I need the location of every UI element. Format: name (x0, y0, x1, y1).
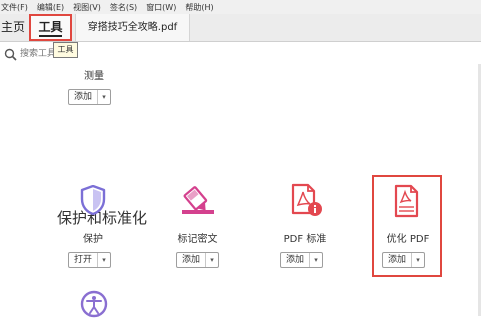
tools-content: 测量 添加 ▾ 保护和标准化 保护 打开 ▾ 标记密文 添加 ▾ PDF 标准 … (0, 64, 481, 318)
tab-document[interactable]: 穿搭技巧全攻略.pdf (75, 14, 190, 41)
add-button-measure[interactable]: 添加 ▾ (68, 89, 111, 105)
accessibility-icon (80, 290, 108, 322)
add-button-pdf-standard[interactable]: 添加 ▾ (280, 252, 323, 268)
menu-bar: 文件(F) 编辑(E) 视图(V) 签名(S) 窗口(W) 帮助(H) (0, 0, 481, 14)
pdf-standard-icon (291, 183, 323, 221)
redact-marker-icon (180, 185, 216, 219)
chevron-down-icon[interactable]: ▾ (97, 90, 110, 104)
search-icon (4, 46, 17, 65)
tab-tools[interactable]: 工具 (29, 14, 72, 41)
menu-help[interactable]: 帮助(H) (185, 2, 213, 13)
tool-label-redact: 标记密文 (177, 234, 218, 245)
chevron-down-icon[interactable]: ▾ (97, 253, 110, 267)
menu-sign[interactable]: 签名(S) (110, 2, 137, 13)
optimize-pdf-highlight (372, 175, 442, 277)
add-button-label: 添加 (285, 255, 304, 265)
tool-label-protect: 保护 (83, 234, 103, 245)
menu-file[interactable]: 文件(F) (1, 2, 28, 13)
tab-home[interactable]: 主页 (0, 14, 26, 41)
tools-tooltip: 工具 (53, 42, 78, 58)
chevron-down-icon[interactable]: ▾ (309, 253, 322, 267)
tab-tools-label: 工具 (38, 20, 63, 34)
menu-window[interactable]: 窗口(W) (146, 2, 176, 13)
active-tab-underline (39, 35, 62, 37)
add-button-label: 添加 (181, 255, 200, 265)
tool-label-measure: 测量 (84, 71, 104, 82)
tab-bar: 主页 工具 穿搭技巧全攻略.pdf (0, 14, 481, 42)
add-button-label: 添加 (73, 92, 92, 102)
open-button-protect[interactable]: 打开 ▾ (68, 252, 111, 268)
menu-view[interactable]: 视图(V) (73, 2, 101, 13)
add-button-redact[interactable]: 添加 ▾ (176, 252, 219, 268)
chevron-down-icon[interactable]: ▾ (205, 253, 218, 267)
menu-edit[interactable]: 编辑(E) (37, 2, 64, 13)
shield-icon (80, 184, 106, 219)
tool-label-pdf-standard: PDF 标准 (283, 234, 327, 245)
open-button-label: 打开 (73, 255, 92, 265)
